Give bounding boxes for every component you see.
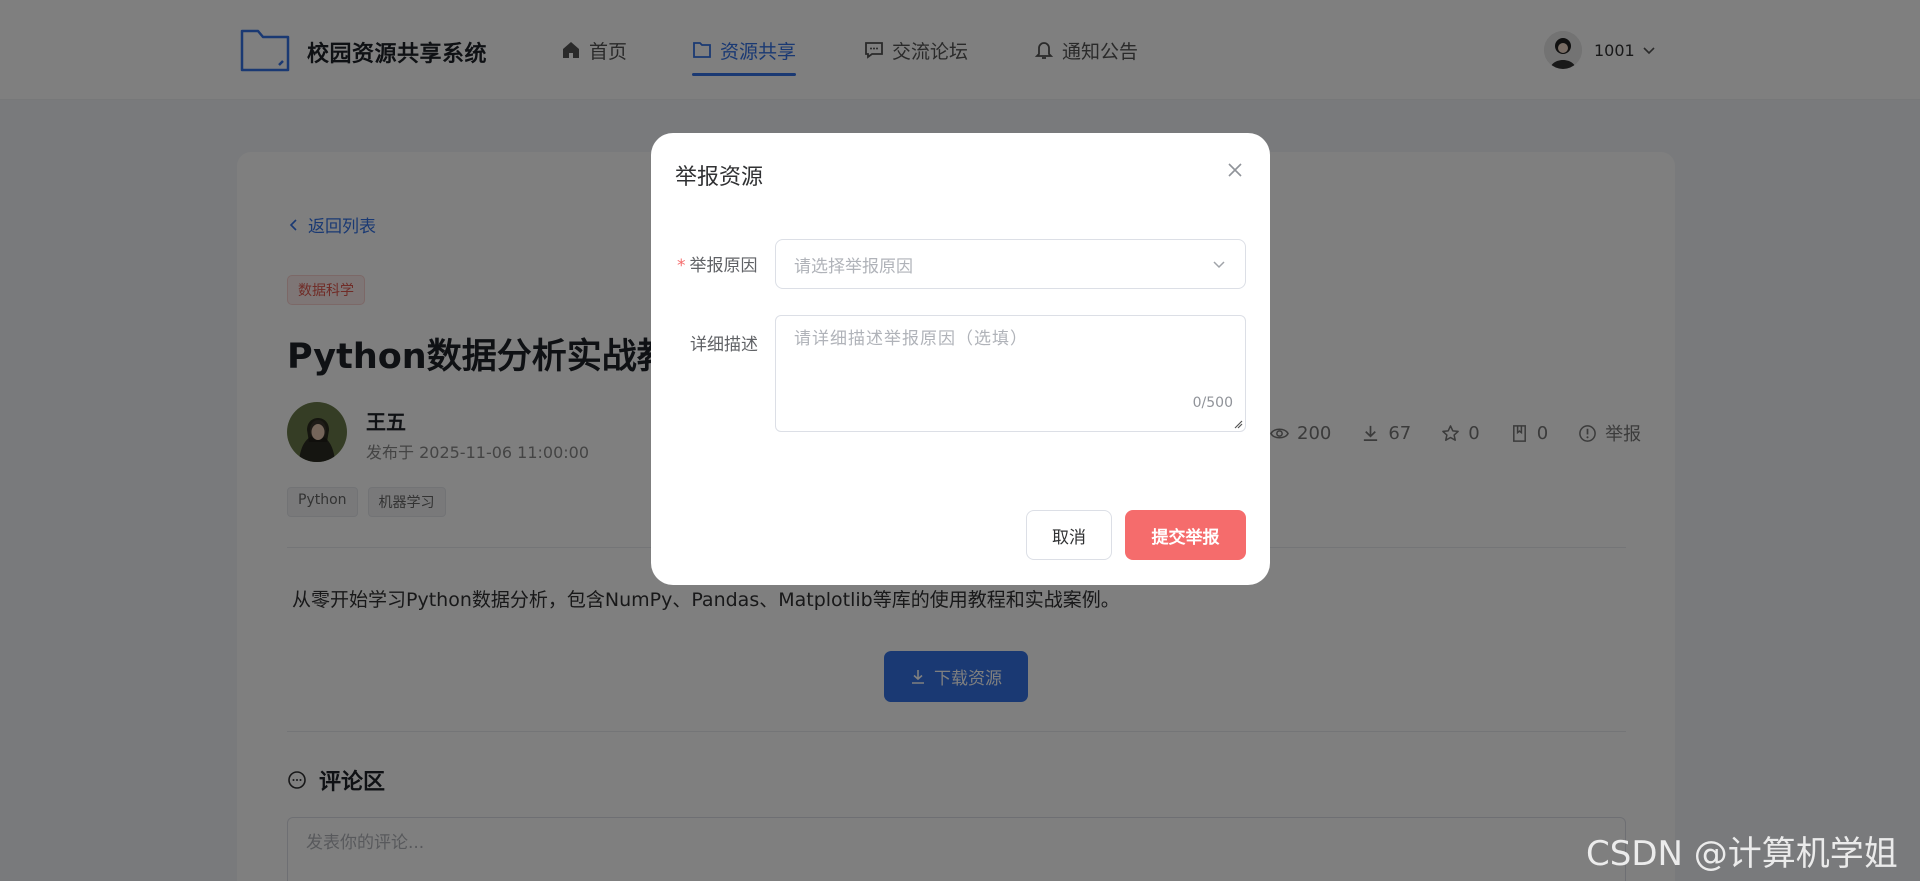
dialog-title: 举报资源 [675, 165, 764, 190]
required-mark: * [677, 256, 686, 276]
char-counter: 0/500 [1192, 395, 1233, 411]
reason-label: * 举报原因 [677, 251, 758, 276]
detail-placeholder: 请详细描述举报原因（选填） [794, 329, 1028, 349]
detail-label: 详细描述 [690, 335, 758, 355]
report-detail-textarea[interactable]: 请详细描述举报原因（选填） 0/500 [775, 315, 1246, 432]
cancel-button[interactable]: 取消 [1026, 510, 1112, 560]
close-icon[interactable] [1224, 159, 1246, 181]
resize-handle-icon[interactable] [1233, 419, 1243, 429]
reason-label-text: 举报原因 [689, 256, 758, 276]
submit-report-button[interactable]: 提交举报 [1125, 510, 1246, 560]
chevron-down-icon [1213, 261, 1225, 269]
report-dialog: 举报资源 * 举报原因 请选择举报原因 详细描述 请详细描述举报原因（选填） 0/… [651, 133, 1270, 585]
reason-placeholder: 请选择举报原因 [794, 256, 913, 277]
report-reason-select[interactable]: 请选择举报原因 [775, 239, 1246, 289]
watermark: CSDN @计算机学姐 [1586, 834, 1898, 874]
